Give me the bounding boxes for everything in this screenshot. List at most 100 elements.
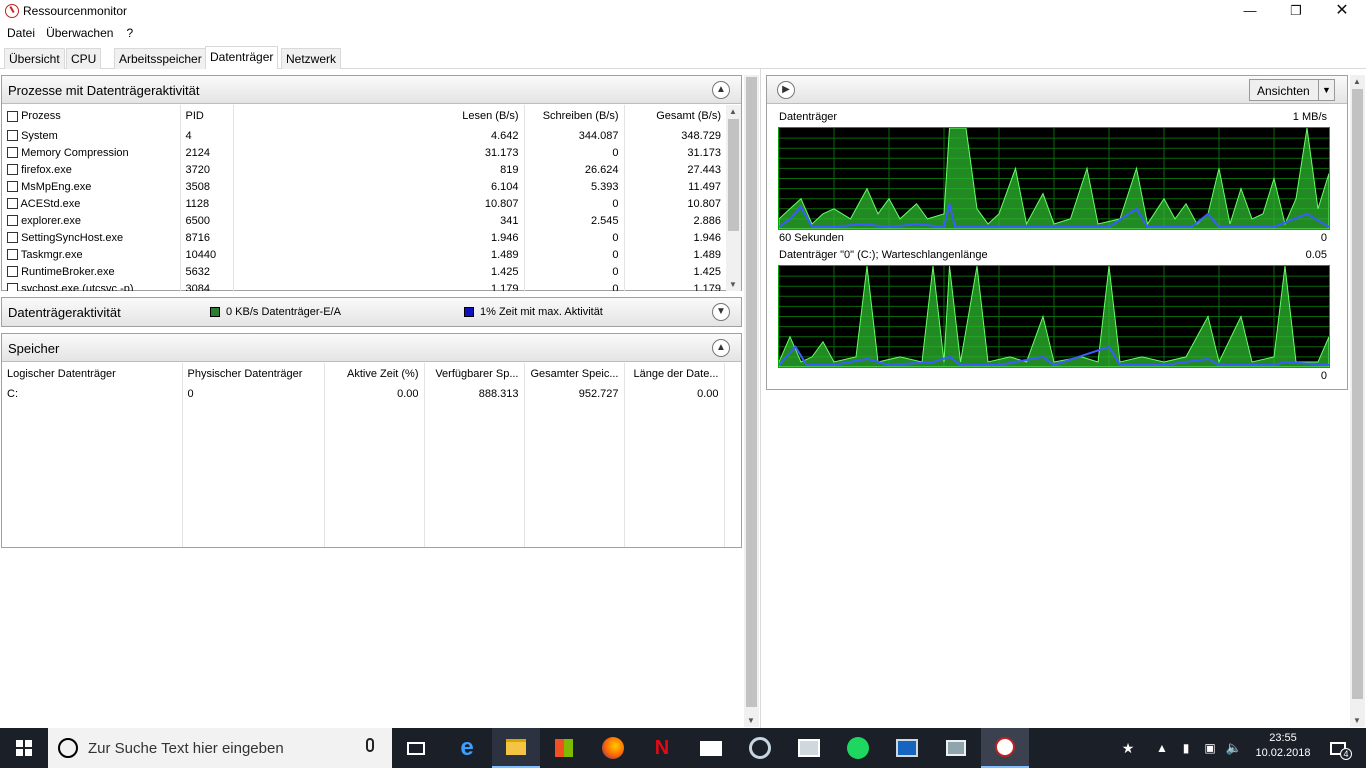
action-center-icon[interactable]: 4: [1318, 728, 1358, 768]
table-row[interactable]: Taskmgr.exe 10440 1.489 0 1.489: [2, 246, 726, 263]
resource-monitor-taskbar-icon[interactable]: [981, 728, 1029, 768]
scroll-down-icon[interactable]: ▼: [747, 716, 755, 725]
row-checkbox[interactable]: [7, 266, 18, 278]
minimize-button[interactable]: —: [1227, 0, 1273, 22]
col-total-space[interactable]: Gesamter Speic...: [524, 363, 625, 385]
col-available-space[interactable]: Verfügbarer Sp...: [424, 363, 525, 385]
tab-uebersicht[interactable]: Übersicht: [4, 48, 65, 69]
cell-read: 31.173: [233, 144, 525, 161]
tab-arbeitsspeicher[interactable]: Arbeitsspeicher: [114, 48, 207, 69]
restore-button[interactable]: ❐: [1273, 0, 1319, 22]
cell-total: 10.807: [687, 197, 721, 210]
table-row[interactable]: System 4 4.642 344.087 348.729: [2, 127, 726, 144]
tab-netzwerk[interactable]: Netzwerk: [281, 48, 342, 69]
row-checkbox[interactable]: [7, 283, 18, 291]
cell-pid: 3720: [180, 161, 234, 178]
steam-icon[interactable]: [736, 728, 784, 768]
cortana-icon: [58, 738, 78, 758]
process-name: ACEStd.exe: [20, 197, 81, 210]
netflix-icon[interactable]: N: [638, 728, 686, 768]
col-queue-length[interactable]: Länge der Date...: [624, 363, 725, 385]
close-button[interactable]: ✕: [1319, 0, 1365, 22]
chevron-up-icon[interactable]: ▲: [1150, 728, 1174, 768]
people-icon[interactable]: ★: [1114, 728, 1142, 768]
tab-cpu[interactable]: CPU: [66, 48, 102, 69]
col-schreiben[interactable]: Schreiben (B/s): [524, 105, 625, 127]
table-row[interactable]: svchost.exe (utcsvc -p) 3084 1.179 0 1.179: [2, 280, 726, 291]
menu-ueberwachen[interactable]: Überwachen: [42, 24, 117, 42]
tab-datentraeger[interactable]: Datenträger: [205, 46, 279, 69]
right-scrollbar[interactable]: ▲ ▼: [1350, 75, 1365, 727]
table-row[interactable]: firefox.exe 3720 819 26.624 27.443: [2, 161, 726, 178]
col-physical-disk[interactable]: Physischer Datenträger: [182, 363, 325, 385]
row-checkbox[interactable]: [7, 232, 18, 244]
store-icon[interactable]: [540, 728, 588, 768]
col-pid[interactable]: PID: [180, 105, 234, 127]
row-checkbox[interactable]: [7, 181, 18, 193]
table-row[interactable]: Memory Compression 2124 31.173 0 31.173: [2, 144, 726, 161]
graph1-max: 1 MB/s: [1292, 111, 1327, 123]
microphone-icon[interactable]: [366, 738, 374, 752]
table-row[interactable]: ACEStd.exe 1128 10.807 0 10.807: [2, 195, 726, 212]
remote-desktop-icon[interactable]: [883, 728, 931, 768]
row-checkbox[interactable]: [7, 147, 18, 159]
col-active-time[interactable]: Aktive Zeit (%): [324, 363, 425, 385]
windows-start-icon[interactable]: [0, 728, 48, 768]
cell-total: 1.946: [693, 231, 721, 244]
scroll-thumb[interactable]: [746, 77, 757, 707]
network-app-icon[interactable]: [932, 728, 980, 768]
table-row[interactable]: explorer.exe 6500 341 2.545 2.886: [2, 212, 726, 229]
cell-total: 952.727: [524, 385, 625, 402]
row-checkbox[interactable]: [7, 130, 18, 142]
battery-icon[interactable]: ▮: [1174, 728, 1198, 768]
expand-chevron-down-icon[interactable]: ▼: [712, 303, 730, 321]
dropdown-arrow-icon[interactable]: ▼: [1318, 80, 1334, 100]
cell-pid: 8716: [180, 229, 234, 246]
col-lesen[interactable]: Lesen (B/s): [233, 105, 525, 127]
table-row[interactable]: MsMpEng.exe 3508 6.104 5.393 11.497: [2, 178, 726, 195]
table-row[interactable]: RuntimeBroker.exe 5632 1.425 0 1.425: [2, 263, 726, 280]
menu-datei[interactable]: Datei: [3, 24, 39, 42]
firefox-icon[interactable]: [589, 728, 637, 768]
scroll-up-icon[interactable]: ▲: [1353, 77, 1361, 86]
storage-header[interactable]: Speicher ▲: [2, 334, 741, 362]
volume-icon[interactable]: 🔈: [1222, 728, 1246, 768]
file-explorer-icon[interactable]: [492, 728, 540, 768]
collapse-chevron-up-icon[interactable]: ▲: [712, 81, 730, 99]
task-view-icon[interactable]: [392, 728, 440, 768]
scroll-thumb[interactable]: [728, 119, 739, 231]
spotify-icon[interactable]: [834, 728, 882, 768]
scroll-up-icon[interactable]: ▲: [729, 107, 737, 116]
menu-help[interactable]: ?: [123, 24, 138, 42]
processes-header[interactable]: Prozesse mit Datenträgeraktivität ▲: [2, 76, 741, 104]
activity-header[interactable]: Datenträgeraktivität 0 KB/s Datenträger-…: [2, 298, 741, 326]
row-checkbox[interactable]: [7, 215, 18, 227]
expand-chevron-right-icon[interactable]: ▶: [777, 81, 795, 99]
collapse-chevron-up-icon[interactable]: ▲: [712, 339, 730, 357]
scroll-thumb[interactable]: [1352, 89, 1363, 699]
activity-title: Datenträgeraktivität: [8, 305, 121, 320]
mail-icon[interactable]: [687, 728, 735, 768]
col-gesamt[interactable]: Gesamt (B/s): [624, 105, 726, 127]
disk-throughput-graph: [778, 127, 1330, 230]
photos-icon[interactable]: [785, 728, 833, 768]
views-dropdown[interactable]: Ansichten ▼: [1249, 79, 1335, 101]
network-icon[interactable]: ▣: [1198, 728, 1222, 768]
row-checkbox[interactable]: [7, 249, 18, 261]
cell-total: 11.497: [688, 180, 721, 193]
clock[interactable]: 23:55 10.02.2018: [1250, 732, 1316, 759]
search-box[interactable]: Zur Suche Text hier eingeben: [48, 728, 392, 768]
scroll-down-icon[interactable]: ▼: [729, 280, 737, 289]
cell-read: 6.104: [233, 178, 525, 195]
select-all-checkbox[interactable]: [7, 110, 18, 122]
left-scrollbar[interactable]: ▼: [744, 75, 759, 727]
scroll-down-icon[interactable]: ▼: [1353, 716, 1361, 725]
edge-icon[interactable]: e: [443, 728, 491, 768]
table-row[interactable]: SettingSyncHost.exe 8716 1.946 0 1.946: [2, 229, 726, 246]
table-row[interactable]: C: 0 0.00 888.313 952.727 0.00: [2, 385, 725, 402]
col-logical-disk[interactable]: Logischer Datenträger: [2, 363, 183, 385]
processes-scrollbar[interactable]: ▲ ▼: [726, 105, 741, 291]
row-checkbox[interactable]: [7, 198, 18, 210]
row-checkbox[interactable]: [7, 164, 18, 176]
col-prozess[interactable]: Prozess: [2, 105, 181, 127]
